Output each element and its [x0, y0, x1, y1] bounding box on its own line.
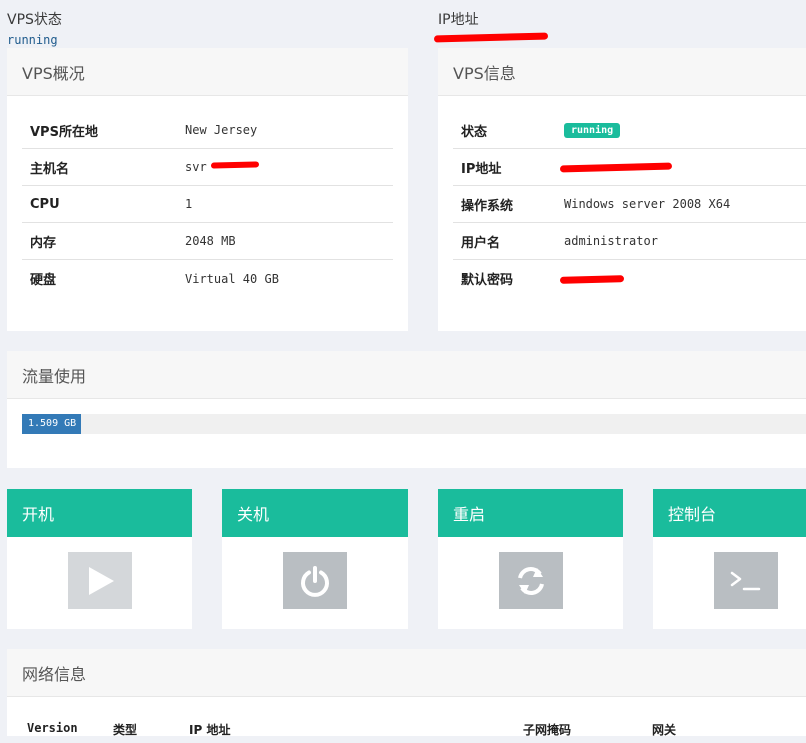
column-header: 类型 — [113, 723, 138, 737]
row-value: New Jersey — [185, 123, 258, 137]
panel-title: 流量使用 — [7, 351, 806, 399]
restart-card[interactable]: 重启 — [438, 489, 623, 629]
table-row: 硬盘 Virtual 40 GB — [22, 260, 393, 297]
table-row: 内存 2048 MB — [22, 223, 393, 260]
table-row: CPU 1 — [22, 186, 393, 223]
console-title[interactable]: 控制台 — [653, 489, 806, 537]
refresh-icon[interactable] — [498, 552, 563, 609]
info-table: 状态 running IP地址 操作系统 Windows server 2008… — [453, 112, 806, 297]
redaction-mark — [210, 161, 260, 169]
row-label: 操作系统 — [461, 198, 514, 214]
table-row: 状态 running — [453, 112, 806, 149]
row-label: 用户名 — [461, 235, 501, 251]
row-value: Virtual 40 GB — [185, 271, 279, 286]
console-card[interactable]: 控制台 — [653, 489, 806, 629]
panel-title: VPS信息 — [438, 48, 806, 96]
panel-title: 网络信息 — [7, 649, 806, 697]
table-row: IP地址 — [453, 149, 806, 186]
row-label: 默认密码 — [461, 273, 514, 288]
top-status-strip: VPS状态 running IP地址 — [0, 0, 806, 48]
overview-table: VPS所在地 New Jersey 主机名 svr CPU 1 内存 2048 … — [22, 112, 393, 297]
table-row: 默认密码 — [453, 260, 806, 297]
row-label: CPU — [30, 196, 60, 212]
row-value: Windows server 2008 X64 — [564, 197, 731, 211]
row-label: IP地址 — [461, 161, 502, 177]
power-icon[interactable] — [283, 552, 347, 609]
row-value: 1 — [185, 197, 193, 211]
row-value: administrator — [564, 234, 658, 248]
column-header: 网关 — [652, 723, 677, 737]
power-off-card[interactable]: 关机 — [222, 489, 408, 629]
status-badge: running — [564, 123, 621, 138]
terminal-icon[interactable] — [714, 552, 778, 609]
row-value: svr — [185, 160, 393, 174]
traffic-progress-fill: 1.509 GB — [22, 414, 81, 434]
row-label: 主机名 — [30, 161, 70, 177]
row-label: 内存 — [30, 235, 57, 251]
hostname-value: svr — [185, 160, 207, 174]
traffic-progress-bar: 1.509 GB — [22, 414, 806, 434]
vps-overview-panel: VPS概况 VPS所在地 New Jersey 主机名 svr CPU 1 内存… — [7, 48, 408, 331]
vps-status-value: running — [7, 33, 58, 47]
row-label: VPS所在地 — [30, 124, 98, 140]
table-row: 主机名 svr — [22, 149, 393, 186]
ip-block: IP地址 — [438, 9, 479, 29]
vps-status-label: VPS状态 — [7, 12, 62, 28]
column-header: 子网掩码 — [523, 723, 572, 737]
ip-label: IP地址 — [438, 12, 479, 28]
row-value: running — [564, 122, 806, 138]
table-row: 用户名 administrator — [453, 223, 806, 260]
column-header: IP 地址 — [189, 723, 231, 737]
table-row: 操作系统 Windows server 2008 X64 — [453, 186, 806, 223]
redaction-mark — [559, 162, 673, 173]
network-table-header: Version 类型 IP 地址 子网掩码 网关 — [7, 719, 806, 743]
traffic-panel: 流量使用 1.509 GB — [7, 351, 806, 468]
column-header: Version — [27, 721, 78, 735]
play-icon[interactable] — [67, 552, 132, 609]
restart-title[interactable]: 重启 — [438, 489, 623, 537]
vps-info-panel: VPS信息 状态 running IP地址 操作系统 Windows serve… — [438, 48, 806, 331]
panel-title: VPS概况 — [7, 48, 408, 96]
table-row: VPS所在地 New Jersey — [22, 112, 393, 149]
network-panel: 网络信息 Version 类型 IP 地址 子网掩码 网关 — [7, 649, 806, 737]
vps-status-block: VPS状态 running — [7, 9, 62, 47]
row-label: 状态 — [461, 124, 488, 140]
power-off-title[interactable]: 关机 — [222, 489, 408, 537]
redaction-mark — [559, 274, 625, 284]
power-on-card[interactable]: 开机 — [7, 489, 192, 629]
row-label: 硬盘 — [30, 273, 57, 288]
row-value: 2048 MB — [185, 234, 236, 248]
redaction-mark — [433, 32, 549, 43]
power-on-title[interactable]: 开机 — [7, 489, 192, 537]
